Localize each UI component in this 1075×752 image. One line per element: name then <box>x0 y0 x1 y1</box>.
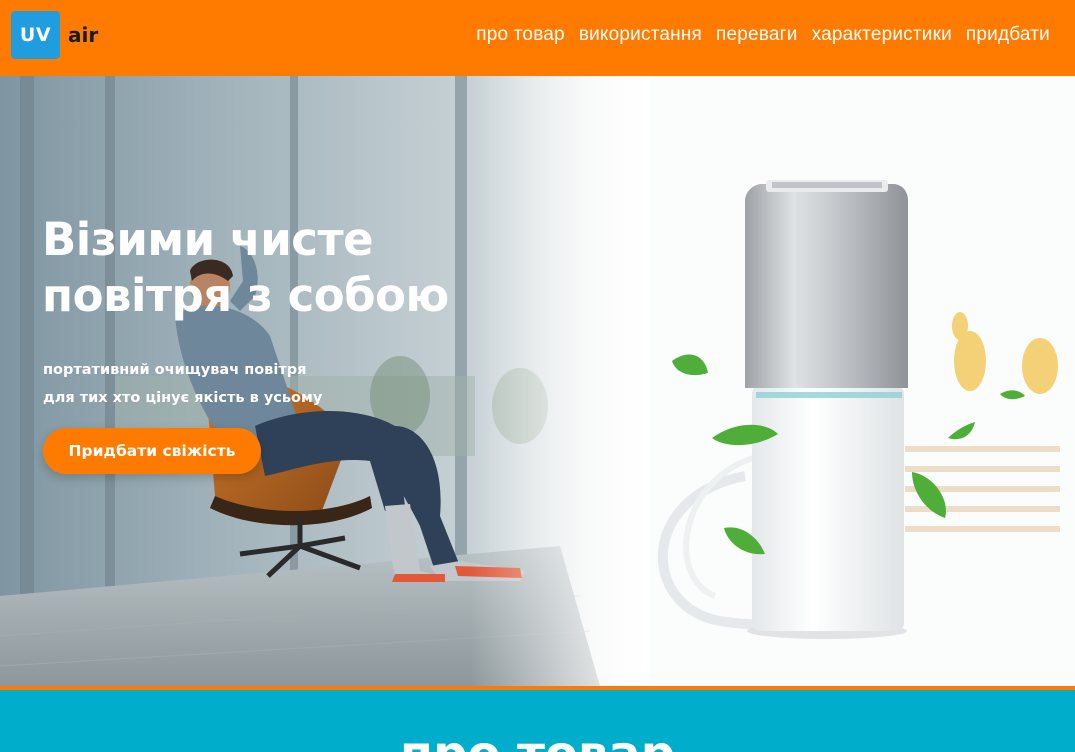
nav-item-usage[interactable]: використання <box>579 24 702 46</box>
nav-item-specs[interactable]: характеристики <box>812 24 952 46</box>
nav-item-benefits[interactable]: переваги <box>716 24 798 46</box>
hero-title-line2: повітря з собою <box>42 269 449 322</box>
hero-subtitle: портативний очищувач повітря для тих хто… <box>43 356 322 412</box>
hero-subtitle-line2: для тих хто цінує якість в усьому <box>43 390 323 406</box>
hero-section: Візими чисте повітря з собою портативний… <box>0 76 1075 686</box>
logo-mark: UV <box>11 11 60 59</box>
logo[interactable]: UV air <box>11 11 98 59</box>
nav-item-buy[interactable]: придбати <box>966 24 1050 46</box>
about-section: про товар <box>0 690 1075 752</box>
section-title: про товар <box>0 726 1075 752</box>
hero-title-line1: Візими чисте <box>42 213 374 266</box>
site-header: UV air про товар використання переваги х… <box>0 0 1075 76</box>
hero-title: Візими чисте повітря з собою <box>42 212 502 324</box>
hero-subtitle-line1: портативний очищувач повітря <box>43 362 307 378</box>
logo-text: air <box>68 23 99 47</box>
buy-freshness-button[interactable]: Придбати свіжість <box>43 428 261 474</box>
nav-item-about[interactable]: про товар <box>476 24 565 46</box>
main-nav: про товар використання переваги характер… <box>476 24 1050 46</box>
